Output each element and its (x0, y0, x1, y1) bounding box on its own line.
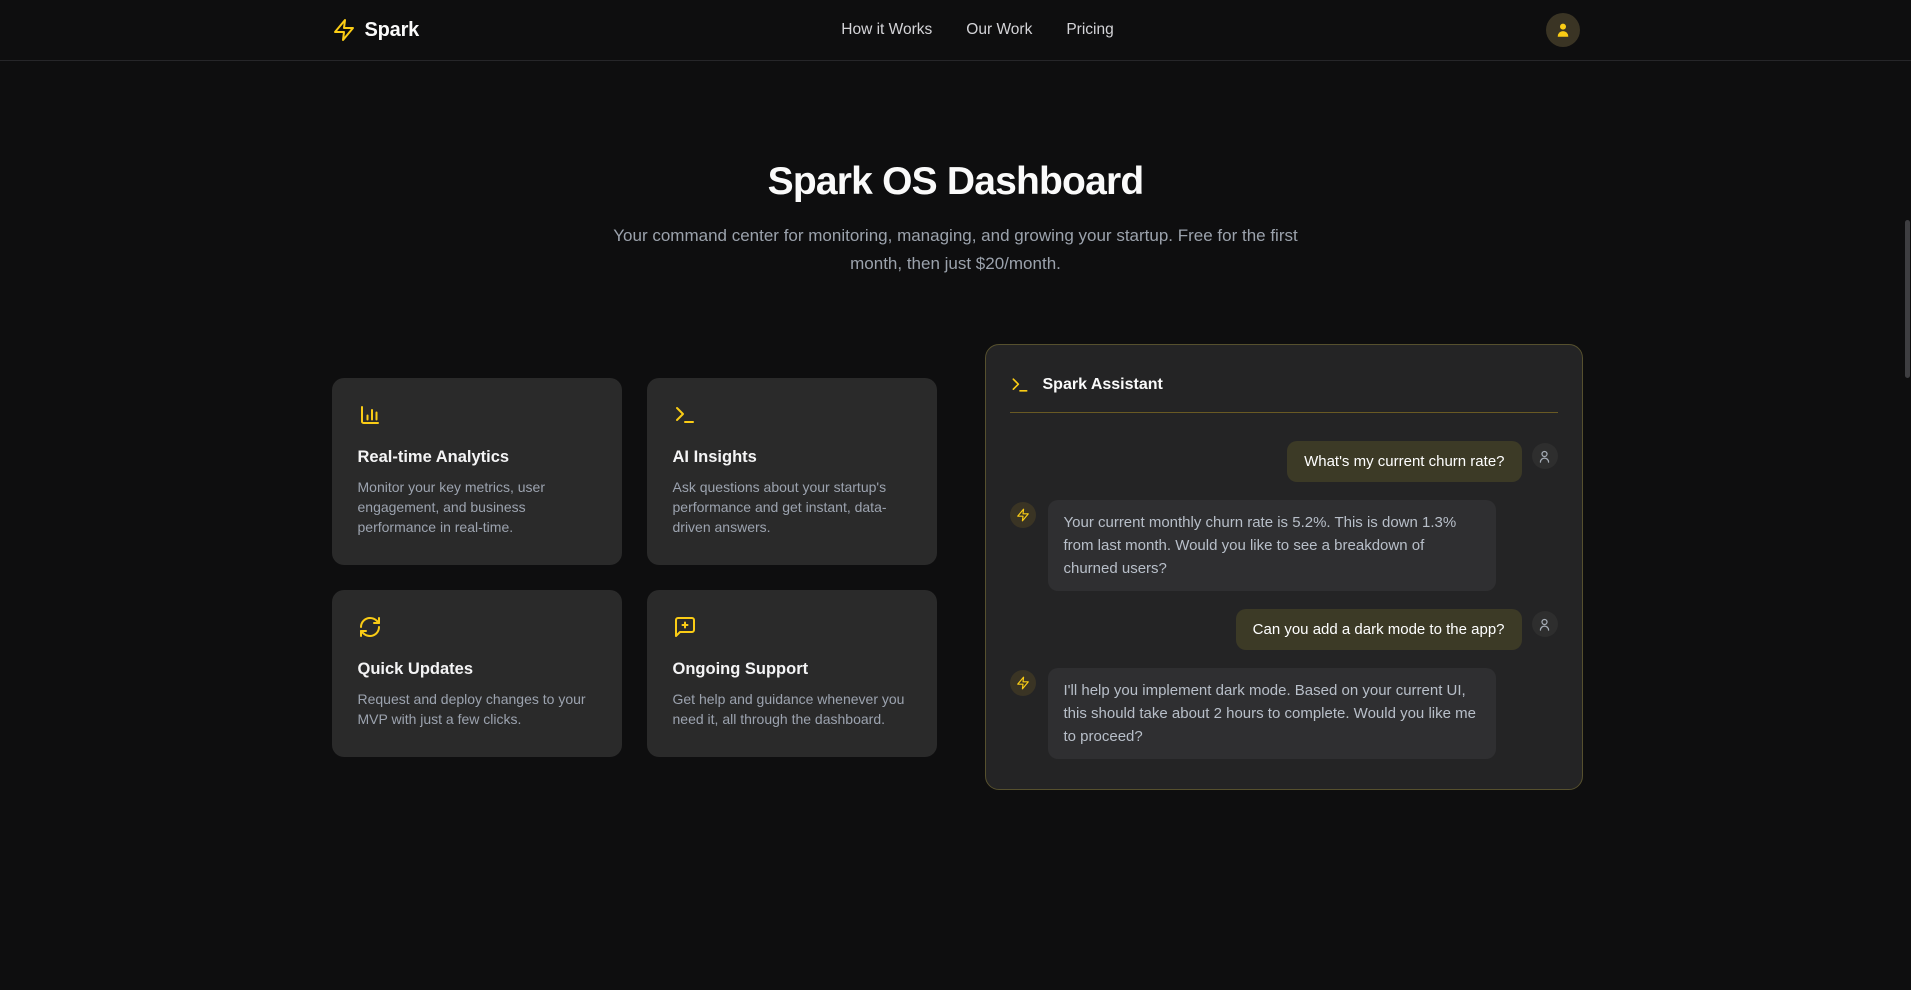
user-round-icon (1532, 443, 1558, 469)
feature-description: Monitor your key metrics, user engagemen… (358, 477, 596, 537)
chat-messages: What's my current churn rate? Your curre… (1010, 441, 1558, 759)
page-subtitle: Your command center for monitoring, mana… (606, 222, 1306, 278)
chat-message-user: What's my current churn rate? (1010, 441, 1558, 482)
assistant-message-bubble: Your current monthly churn rate is 5.2%.… (1048, 500, 1496, 591)
feature-card-real-time-analytics: Real-time Analytics Monitor your key met… (332, 378, 622, 565)
spark-bolt-icon (1010, 670, 1036, 696)
spark-assistant-panel: Spark Assistant What's my current churn … (985, 344, 1583, 790)
feature-description: Get help and guidance whenever you need … (673, 689, 911, 729)
page-scrollbar-thumb[interactable] (1905, 220, 1910, 378)
user-avatar-button[interactable] (1546, 13, 1580, 47)
brand-name: Spark (365, 19, 420, 42)
feature-title: Ongoing Support (673, 660, 911, 679)
feature-title: Real-time Analytics (358, 448, 596, 467)
nav-links: How it Works Our Work Pricing (841, 21, 1113, 39)
navbar: Spark How it Works Our Work Pricing (0, 0, 1911, 61)
user-message-bubble: What's my current churn rate? (1287, 441, 1521, 482)
bar-chart-icon (358, 403, 382, 427)
brand-logo[interactable]: Spark (332, 18, 420, 42)
nav-link-pricing[interactable]: Pricing (1066, 21, 1113, 39)
refresh-icon (358, 615, 382, 639)
feature-description: Request and deploy changes to your MVP w… (358, 689, 596, 729)
feature-description: Ask questions about your startup's perfo… (673, 477, 911, 537)
user-message-bubble: Can you add a dark mode to the app? (1236, 609, 1522, 650)
chat-message-user: Can you add a dark mode to the app? (1010, 609, 1558, 650)
message-plus-icon (673, 615, 697, 639)
assistant-message-bubble: I'll help you implement dark mode. Based… (1048, 668, 1496, 759)
chat-title: Spark Assistant (1043, 376, 1163, 394)
feature-card-ai-insights: AI Insights Ask questions about your sta… (647, 378, 937, 565)
features-grid: Real-time Analytics Monitor your key met… (332, 378, 937, 757)
hero-section: Spark OS Dashboard Your command center f… (0, 61, 1911, 278)
feature-card-ongoing-support: Ongoing Support Get help and guidance wh… (647, 590, 937, 757)
feature-card-quick-updates: Quick Updates Request and deploy changes… (332, 590, 622, 757)
nav-link-how-it-works[interactable]: How it Works (841, 21, 932, 39)
chat-message-assistant: I'll help you implement dark mode. Based… (1010, 668, 1558, 759)
feature-title: Quick Updates (358, 660, 596, 679)
terminal-icon (673, 403, 697, 427)
nav-link-our-work[interactable]: Our Work (966, 21, 1032, 39)
lightning-bolt-icon (332, 18, 356, 42)
chat-divider (1010, 412, 1558, 413)
terminal-icon (1010, 375, 1030, 395)
spark-bolt-icon (1010, 502, 1036, 528)
user-icon (1554, 21, 1572, 39)
content-section: Real-time Analytics Monitor your key met… (332, 344, 1580, 790)
feature-title: AI Insights (673, 448, 911, 467)
chat-message-assistant: Your current monthly churn rate is 5.2%.… (1010, 500, 1558, 591)
chat-header: Spark Assistant (1010, 369, 1558, 395)
page-title: Spark OS Dashboard (0, 160, 1911, 204)
user-round-icon (1532, 611, 1558, 637)
